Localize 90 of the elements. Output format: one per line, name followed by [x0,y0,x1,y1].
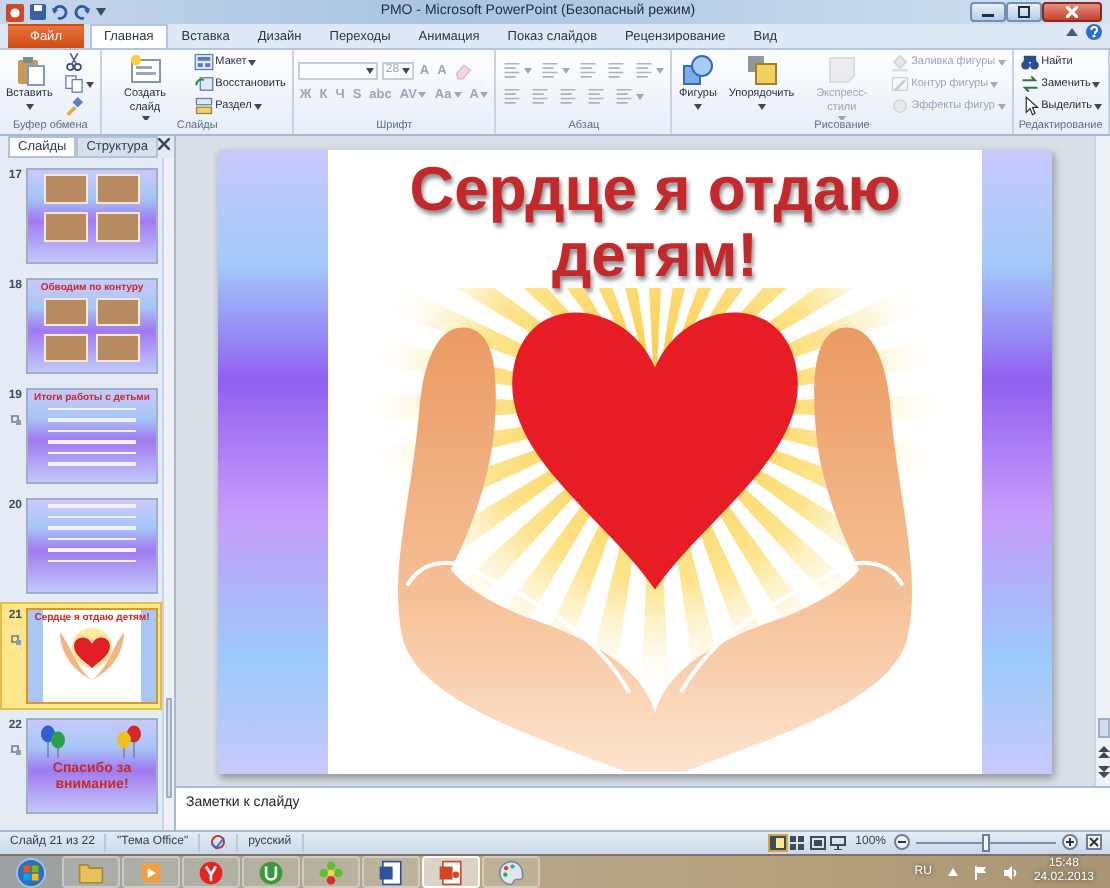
start-button-icon[interactable] [16,857,46,887]
view-button[interactable] [767,834,788,852]
text-lines-icon [540,60,561,80]
eraser-icon [454,60,475,80]
presentation-icon [438,859,464,885]
slide-thumbnail[interactable] [26,168,158,264]
clipboard-icon [13,54,46,86]
close-icon[interactable] [158,138,171,150]
swap-arrows-icon [1019,74,1040,94]
next-slide-icon[interactable] [1097,766,1109,778]
reading-view-icon [809,836,826,850]
folder-icon [78,859,104,885]
app-logo-icon [6,3,24,21]
palette-icon [498,859,524,885]
binoculars-icon [1019,52,1040,72]
new-slide-icon [129,54,161,86]
slide-sorter-icon [789,836,806,850]
slideshow-icon [829,836,846,850]
undo-icon[interactable] [52,4,68,20]
photo-placeholder [44,174,88,204]
balloons-icon [40,724,68,760]
view-button[interactable] [827,834,848,852]
torrent-icon [258,859,284,885]
text-lines-icon [530,86,551,106]
minimize-button[interactable] [970,2,1006,22]
slide-title: Сердце я отдаю детям! [407,151,903,287]
redo-icon[interactable] [74,4,90,20]
scrollbar[interactable] [162,158,174,830]
normal-view-icon [769,836,786,850]
collapse-ribbon-icon[interactable] [1066,28,1078,36]
scrollbar-thumb[interactable] [166,698,172,798]
pen-icon [889,74,910,94]
taskbar-button[interactable] [422,856,480,888]
maximize-button[interactable] [1006,2,1042,22]
taskbar-button[interactable] [302,856,360,888]
scissors-icon [64,52,85,72]
scrollbar[interactable] [1094,136,1110,786]
fit-to-window-icon[interactable] [1086,833,1102,850]
circle-icon [889,96,910,116]
brush-icon [64,96,85,116]
photo-placeholder [44,212,88,242]
text-lines-icon [502,86,523,106]
stacked-squares-icon [745,54,778,86]
section-icon [193,96,214,116]
text-lines-icon [614,86,635,106]
help-icon[interactable] [1086,24,1102,40]
view-button[interactable] [807,834,828,852]
photo-placeholder [96,297,140,325]
flower-icon [318,859,344,885]
spell-check-icon[interactable] [210,833,227,850]
browser-icon [198,859,224,885]
close-icon [1066,6,1078,18]
save-icon[interactable] [30,4,46,20]
photo-placeholder [96,212,140,242]
photo-placeholder [96,174,140,204]
slide-thumbnail[interactable] [26,498,158,594]
paint-bucket-icon [889,52,910,72]
text-lines-icon [558,86,579,106]
close-button[interactable] [1042,2,1102,22]
copy-icon [64,74,85,94]
balloons-icon [116,724,144,760]
photo-placeholder [96,333,140,361]
layout-icon [193,52,214,72]
up-arrow-icon[interactable] [947,868,958,876]
tool-button[interactable] [62,74,97,94]
text-lines-icon [502,60,523,80]
customize-caret-icon[interactable] [96,8,106,16]
taskbar-button[interactable] [242,856,300,888]
speaker-icon[interactable] [1003,865,1018,879]
maximize-icon [1018,6,1030,18]
document-icon [378,859,404,885]
view-button[interactable] [787,834,808,852]
reset-icon [193,74,214,94]
taskbar-button[interactable] [182,856,240,888]
media-player-icon [138,859,164,885]
page-icon [825,54,858,86]
taskbar-button[interactable] [362,856,420,888]
text-lines-icon [578,60,599,80]
slider-thumb[interactable] [982,833,990,852]
text-lines-icon [634,60,655,80]
flag-icon[interactable] [973,865,988,879]
zoom-out-icon[interactable] [894,834,910,851]
text-lines-icon [606,60,627,80]
scrollbar-thumb[interactable] [1097,718,1109,738]
shapes-icon [681,54,714,86]
zoom-in-icon[interactable] [1062,834,1078,851]
text-lines-icon [586,86,607,106]
photo-placeholder [44,333,88,361]
previous-slide-icon[interactable] [1097,746,1109,758]
photo-placeholder [44,297,88,325]
